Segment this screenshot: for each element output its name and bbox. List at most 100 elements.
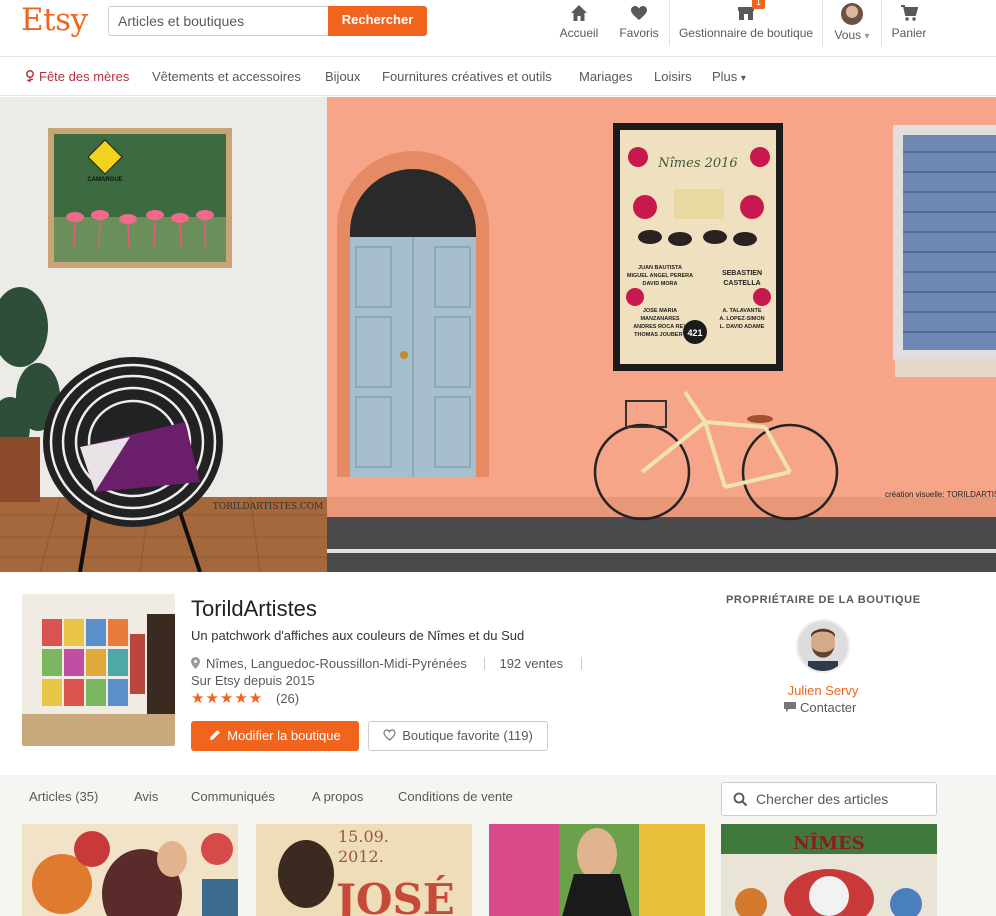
- shop-location: Nîmes, Languedoc-Roussillon-Midi-Pyrénée…: [206, 656, 467, 671]
- listing-image: 15.09. 2012. JOSÉ: [256, 824, 472, 916]
- shop-sales[interactable]: 192 ventes: [499, 656, 563, 671]
- sign-text: CAMARGUE: [87, 177, 122, 183]
- window-shutter: [903, 135, 996, 350]
- nav-home[interactable]: Accueil: [558, 0, 600, 48]
- shop-manager-badge: 1: [752, 0, 765, 9]
- thumb-title: NÎMES: [793, 831, 865, 854]
- poster-text: THOMAS JOUBERT: [634, 332, 686, 338]
- category-clothing[interactable]: Vêtements et accessoires: [152, 69, 301, 84]
- shop-tabs-section: Articles (35) Avis Communiqués A propos …: [0, 775, 996, 916]
- search-icon: [733, 792, 748, 807]
- nav-you[interactable]: Vous ▾: [832, 0, 872, 48]
- plant-pot: [0, 437, 40, 502]
- nav-favorites[interactable]: Favoris: [618, 0, 660, 48]
- category-bar: Fête des mères Vêtements et accessoires …: [0, 58, 996, 96]
- shop-since: Sur Etsy depuis 2015: [191, 673, 315, 688]
- category-more-label: Plus: [712, 69, 738, 84]
- chevron-down-icon: ▾: [864, 31, 870, 42]
- shop-info: TorildArtistes Un patchwork d'affiches a…: [0, 572, 996, 775]
- search-button[interactable]: Rechercher: [328, 6, 427, 36]
- thumb-name: JOSÉ: [332, 874, 455, 916]
- category-leisure[interactable]: Loisirs: [654, 69, 692, 84]
- nav-you-label: Vous: [834, 28, 862, 42]
- tab-reviews[interactable]: Avis: [134, 789, 158, 804]
- tab-articles[interactable]: Articles (35): [29, 789, 98, 804]
- banner-image: CAMARGUE TORILDARTISTES.COM Nîmes 2016 J…: [0, 97, 996, 572]
- search-input[interactable]: Articles et boutiques: [108, 6, 329, 36]
- home-icon: [558, 0, 600, 26]
- nav-divider: [822, 0, 823, 46]
- poster-text: A. TALAVANTE: [722, 308, 761, 314]
- category-weddings[interactable]: Mariages: [579, 69, 632, 84]
- owner-avatar[interactable]: [796, 619, 850, 673]
- tab-about[interactable]: A propos: [312, 789, 363, 804]
- nav-cart-label: Panier: [891, 26, 927, 40]
- owner-avatar-image: [798, 621, 848, 671]
- shop-photo-image: [22, 594, 175, 746]
- owner-section-title: PROPRIÉTAIRE DE LA BOUTIQUE: [726, 594, 921, 606]
- shop-banner: CAMARGUE TORILDARTISTES.COM Nîmes 2016 J…: [0, 97, 996, 572]
- nav-favorites-label: Favoris: [619, 26, 659, 40]
- poster-text: JOSE MARIA: [643, 308, 677, 314]
- poster-text: SEBASTIEN: [722, 270, 762, 277]
- category-more[interactable]: Plus ▾: [712, 69, 746, 84]
- listing-image: [489, 824, 705, 916]
- favorite-shop-button[interactable]: Boutique favorite (119): [368, 721, 548, 751]
- review-count[interactable]: (26): [276, 691, 299, 706]
- message-icon: [784, 702, 796, 712]
- poster-badge: 421: [687, 328, 702, 338]
- thumb-year: 2012.: [338, 847, 384, 866]
- listing-thumbnail[interactable]: 15.09. 2012. JOSÉ: [256, 824, 472, 916]
- tab-announcements[interactable]: Communiqués: [191, 789, 275, 804]
- nav-divider: [669, 0, 670, 46]
- contact-owner[interactable]: Contacter: [784, 700, 856, 715]
- listing-image: NÎMES: [721, 824, 937, 916]
- listing-thumbnail[interactable]: [22, 824, 238, 916]
- nav-shop-manager[interactable]: 1 Gestionnaire de boutique: [678, 0, 814, 48]
- chevron-down-icon: ▾: [740, 73, 746, 84]
- flower-icon: [26, 70, 34, 82]
- bike-seat: [747, 415, 773, 423]
- watermark-right: création visuelle: TORILDARTISTES: [885, 490, 996, 499]
- shop-photo[interactable]: [22, 594, 175, 746]
- meta-divider: [484, 657, 486, 670]
- category-mothers-day-label: Fête des mères: [39, 69, 130, 84]
- heart-icon: [618, 0, 660, 26]
- etsy-logo[interactable]: Etsy: [21, 2, 88, 38]
- poster-text: L. DAVID ADAME: [720, 324, 765, 330]
- shop-name: TorildArtistes: [191, 596, 317, 621]
- edit-shop-button[interactable]: Modifier la boutique: [191, 721, 359, 751]
- item-search-input[interactable]: Chercher des articles: [721, 782, 937, 816]
- shop-icon: 1: [735, 0, 765, 26]
- nav-shop-manager-label: Gestionnaire de boutique: [678, 26, 814, 40]
- watermark-left: TORILDARTISTES.COM: [213, 502, 324, 512]
- poster-text: JUAN BAUTISTA: [638, 265, 682, 271]
- nav-divider: [881, 0, 882, 46]
- header: Etsy Articles et boutiques Rechercher Ac…: [0, 0, 996, 57]
- listing-thumbnail[interactable]: NÎMES: [721, 824, 937, 916]
- listing-image: [22, 824, 238, 916]
- poster-text: ANDRES ROCA REY: [633, 324, 687, 330]
- rating-stars: ★★★★★: [191, 690, 264, 707]
- thumb-date: 15.09.: [338, 827, 389, 846]
- poster-text: MIGUEL ANGEL PERERA: [627, 273, 693, 279]
- location-pin-icon: [191, 657, 200, 669]
- nav-you-label-wrap: Vous ▾: [832, 28, 872, 42]
- nav-cart[interactable]: Panier: [890, 0, 928, 48]
- category-craft-supplies[interactable]: Fournitures créatives et outils: [382, 69, 552, 84]
- item-search-placeholder: Chercher des articles: [756, 791, 889, 807]
- user-avatar: [841, 3, 863, 25]
- owner-name[interactable]: Julien Servy: [786, 683, 860, 698]
- category-jewelry[interactable]: Bijoux: [325, 69, 360, 84]
- listing-thumbnail[interactable]: [489, 824, 705, 916]
- poster-text: DAVID MORA: [642, 281, 677, 287]
- category-mothers-day[interactable]: Fête des mères: [24, 69, 129, 84]
- street: [327, 517, 996, 572]
- poster-text: CASTELLA: [723, 280, 760, 287]
- shop-meta: Nîmes, Languedoc-Roussillon-Midi-Pyrénée…: [191, 656, 582, 671]
- poster-text: A. LOPEZ-SIMON: [719, 316, 764, 322]
- heart-outline-icon: [383, 729, 396, 741]
- contact-label: Contacter: [800, 700, 857, 715]
- cart-icon: [890, 0, 928, 26]
- tab-policies[interactable]: Conditions de vente: [398, 789, 513, 804]
